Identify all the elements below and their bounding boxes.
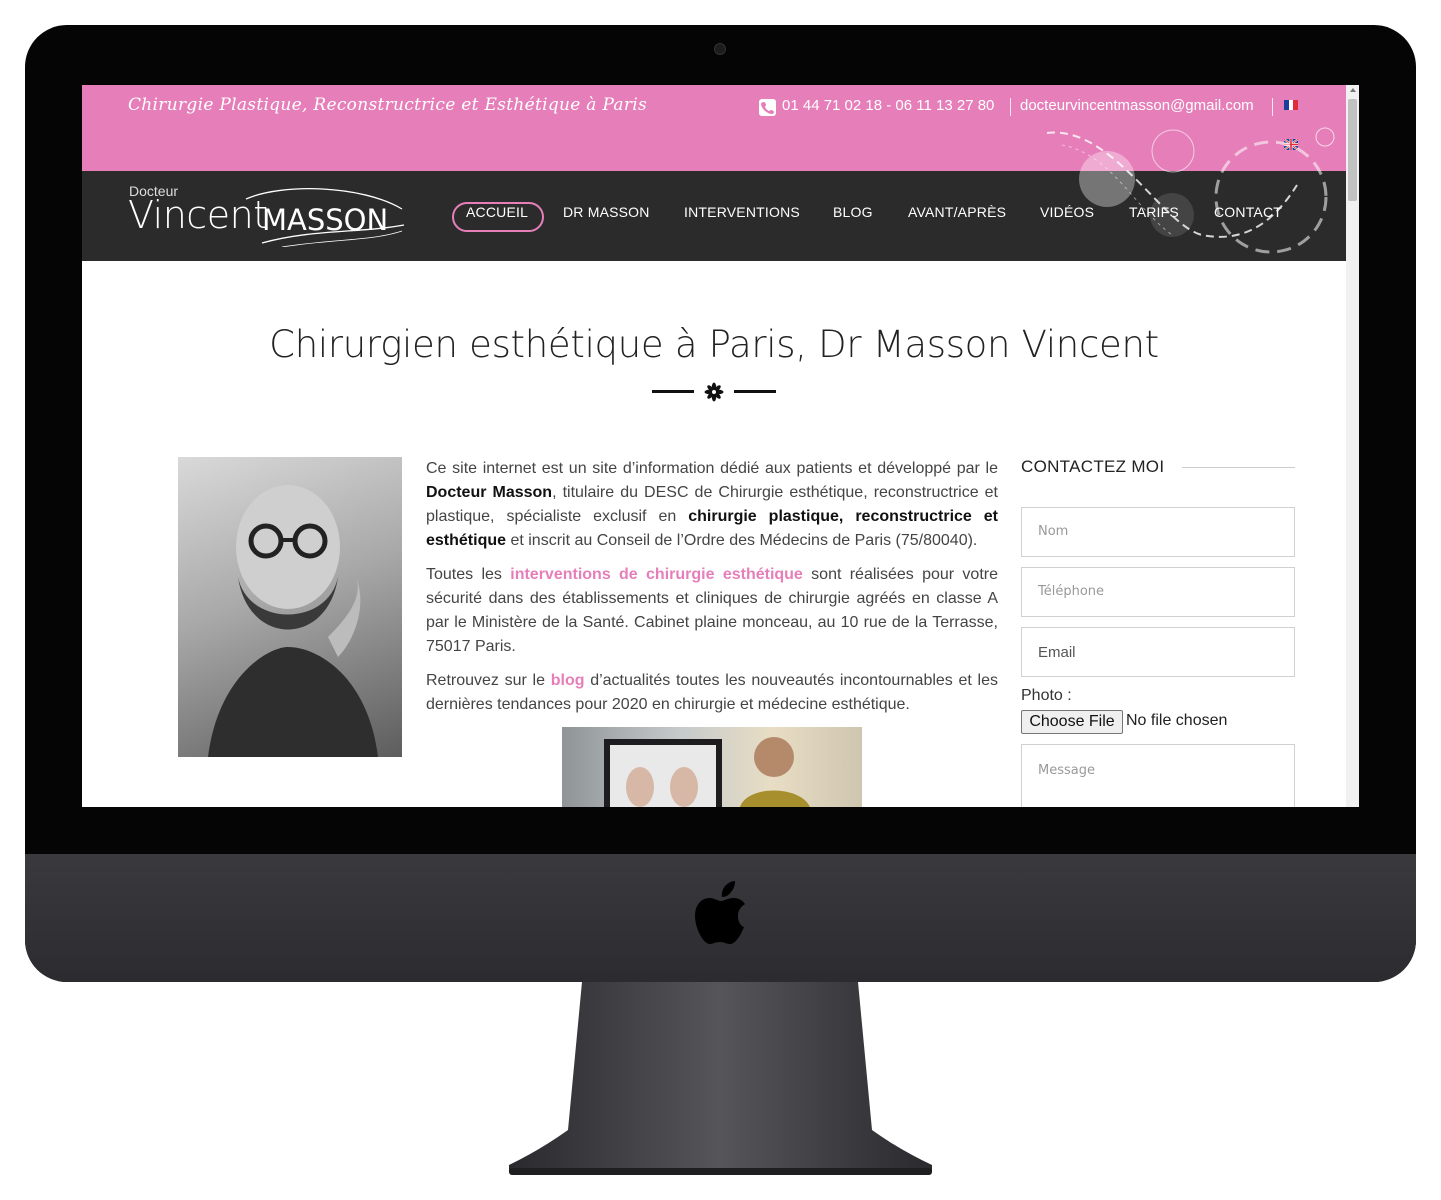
separator (1010, 98, 1011, 116)
separator (1272, 98, 1273, 116)
nav-videos[interactable]: VIDÉOS (1040, 204, 1094, 220)
phone-input[interactable]: Téléphone (1021, 567, 1295, 617)
contact-heading: CONTACTEZ MOI (1021, 457, 1165, 476)
french-flag-icon[interactable] (1284, 100, 1298, 110)
main-navbar: Docteur Vincent MASSON ACCUEIL DR MASSON… (82, 171, 1346, 261)
nav-dr-masson[interactable]: DR MASSON (563, 204, 650, 220)
camera-icon (714, 43, 726, 55)
scroll-up-icon[interactable] (1350, 88, 1356, 92)
english-flag-icon[interactable] (1284, 139, 1298, 150)
page-title: Chirurgien esthétique à Paris, Dr Masson… (269, 323, 1159, 366)
message-textarea[interactable]: Message (1021, 744, 1295, 807)
intro-text: Ce site internet est un site d’informati… (426, 457, 998, 727)
intro-paragraph-3: Retrouvez sur le blog d’actualités toute… (426, 672, 999, 713)
top-bar: Chirurgie Plastique, Reconstructrice et … (82, 85, 1346, 171)
nav-active-indicator (452, 202, 544, 232)
nav-avant-apres[interactable]: AVANT/APRÈS (908, 204, 1006, 220)
name-placeholder: Nom (1038, 524, 1069, 539)
blog-link[interactable]: blog (551, 672, 585, 689)
intro-paragraph-1: Ce site internet est un site d’informati… (426, 460, 999, 549)
scrollbar-thumb[interactable] (1348, 99, 1357, 201)
email-input[interactable]: Email (1021, 627, 1295, 677)
phone-number-link[interactable]: 01 44 71 02 18 - 06 11 13 27 80 (782, 97, 994, 114)
nav-contact[interactable]: CONTACT (1214, 204, 1282, 220)
choose-file-button[interactable]: Choose File (1021, 710, 1123, 734)
email-placeholder: Email (1038, 644, 1076, 661)
phone-placeholder: Téléphone (1038, 584, 1105, 599)
interventions-link[interactable]: interventions de chirurgie esthétique (510, 566, 803, 583)
title-divider-icon (652, 382, 776, 402)
email-link[interactable]: docteurvincentmasson@gmail.com (1020, 97, 1254, 114)
message-placeholder: Message (1038, 763, 1095, 778)
doctor-portrait (178, 457, 402, 757)
nav-tarifs[interactable]: TARIFS (1129, 204, 1179, 220)
name-input[interactable]: Nom (1021, 507, 1295, 557)
intro-paragraph-2: Toutes les interventions de chirurgie es… (426, 566, 999, 655)
nav-blog[interactable]: BLOG (833, 204, 873, 220)
heading-rule (1182, 467, 1295, 468)
browser-viewport: Chirurgie Plastique, Reconstructrice et … (82, 85, 1359, 807)
photo-label: Photo : (1021, 687, 1072, 704)
apple-logo-icon (695, 881, 745, 944)
consultation-image (562, 727, 862, 807)
site-tagline: Chirurgie Plastique, Reconstructrice et … (128, 95, 648, 115)
phone-icon (759, 99, 776, 116)
logo-swash-icon (245, 188, 405, 247)
nav-interventions[interactable]: INTERVENTIONS (684, 204, 800, 220)
file-status: No file chosen (1126, 712, 1228, 729)
page-scrollbar[interactable] (1346, 85, 1359, 807)
